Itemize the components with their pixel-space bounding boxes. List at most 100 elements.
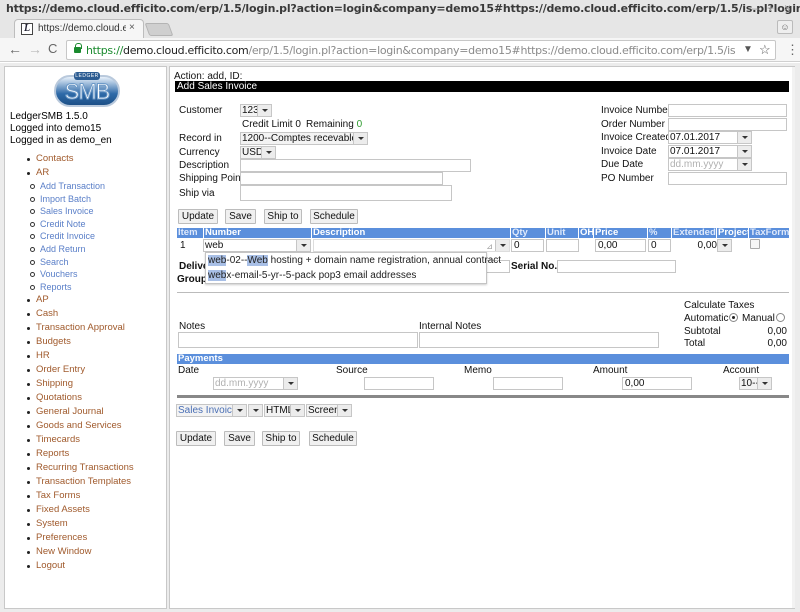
account-select[interactable]: 10-- bbox=[739, 377, 772, 390]
discount-input[interactable]: 0 bbox=[648, 239, 671, 252]
media-select[interactable]: Screen bbox=[306, 404, 352, 417]
sidebar-item-credit-note[interactable]: Credit Note bbox=[5, 218, 165, 231]
format-select[interactable]: HTML bbox=[264, 404, 305, 417]
sidebar-item-transaction-approval[interactable]: Transaction Approval bbox=[5, 321, 165, 335]
automatic-radio[interactable] bbox=[729, 313, 738, 322]
invoice-created-date[interactable]: 07.01.2017 bbox=[668, 131, 752, 144]
sidebar-item-sales-invoice[interactable]: Sales Invoice bbox=[5, 205, 165, 218]
sidebar-item-add-transaction[interactable]: Add Transaction bbox=[5, 180, 165, 193]
unit-input[interactable] bbox=[546, 239, 579, 252]
sidebar-item-general-journal[interactable]: General Journal bbox=[5, 405, 165, 419]
sidebar-item-reports[interactable]: Reports bbox=[5, 447, 165, 461]
sidebar-item-import-batch[interactable]: Import Batch bbox=[5, 193, 165, 206]
schedule-button[interactable]: Schedule bbox=[310, 209, 358, 224]
match-text: web bbox=[208, 270, 227, 281]
sidebar-item-cash[interactable]: Cash bbox=[5, 307, 165, 321]
sidebar-item-recurring-transactions[interactable]: Recurring Transactions bbox=[5, 461, 165, 475]
sidebar-item-contacts[interactable]: Contacts bbox=[5, 152, 165, 166]
internal-notes-textarea[interactable] bbox=[419, 332, 659, 348]
profile-icon[interactable]: ☺ bbox=[777, 20, 793, 34]
sidebar-item-credit-invoice[interactable]: Credit Invoice bbox=[5, 230, 165, 243]
invoice-number-input[interactable] bbox=[668, 104, 787, 117]
save-button-bottom[interactable]: Save bbox=[224, 431, 255, 446]
chevron-down-icon[interactable] bbox=[283, 378, 297, 389]
description-input[interactable] bbox=[240, 159, 471, 172]
qty-input[interactable]: 0 bbox=[511, 239, 544, 252]
project-select[interactable] bbox=[717, 239, 732, 252]
chevron-down-icon[interactable] bbox=[495, 240, 509, 251]
save-button[interactable]: Save bbox=[225, 209, 256, 224]
close-window-button[interactable]: × bbox=[784, 1, 791, 15]
language-select[interactable] bbox=[248, 404, 263, 417]
sidebar-item-ap[interactable]: AP bbox=[5, 293, 165, 307]
reload-icon[interactable]: C bbox=[48, 41, 57, 56]
chevron-down-icon[interactable] bbox=[737, 159, 751, 170]
po-number-input[interactable] bbox=[668, 172, 787, 185]
tab-close-icon[interactable]: × bbox=[129, 22, 135, 33]
record-in-select[interactable]: 1200--Comptes recevables bbox=[240, 132, 368, 145]
due-date-input[interactable]: dd.mm.yyyy bbox=[668, 158, 752, 171]
source-input[interactable] bbox=[364, 377, 434, 390]
chevron-down-icon[interactable] bbox=[737, 132, 751, 143]
order-number-input[interactable] bbox=[668, 118, 787, 131]
sidebar-item-timecards[interactable]: Timecards bbox=[5, 433, 165, 447]
notes-label: Notes bbox=[179, 321, 206, 332]
extension-icon[interactable]: ▼ bbox=[743, 44, 753, 55]
chevron-down-icon[interactable] bbox=[296, 240, 310, 251]
update-button[interactable]: Update bbox=[178, 209, 218, 224]
sidebar-item-order-entry[interactable]: Order Entry bbox=[5, 363, 165, 377]
invoice-date-input[interactable]: 07.01.2017 bbox=[668, 145, 752, 158]
bookmark-star-icon[interactable]: ☆ bbox=[759, 42, 771, 58]
payment-date-input[interactable]: dd.mm.yyyy bbox=[213, 377, 298, 390]
currency-select[interactable]: USD bbox=[240, 146, 276, 159]
resize-grip-icon[interactable]: ⊿ bbox=[486, 241, 493, 252]
memo-input[interactable] bbox=[493, 377, 563, 390]
ship-to-button-bottom[interactable]: Ship to bbox=[262, 431, 300, 446]
forward-arrow-icon[interactable]: → bbox=[28, 41, 42, 57]
ship-to-button[interactable]: Ship to bbox=[264, 209, 302, 224]
sidebar-item-quotations[interactable]: Quotations bbox=[5, 391, 165, 405]
sidebar-item-new-window[interactable]: New Window bbox=[5, 545, 165, 559]
scrollbar[interactable] bbox=[792, 67, 795, 608]
manual-radio[interactable] bbox=[776, 313, 785, 322]
address-bar[interactable]: https://demo.cloud.efficito.com/erp/1.5/… bbox=[66, 40, 776, 60]
autocomplete-option[interactable]: webx-email-5-yr--5-pack pop3 email addre… bbox=[208, 269, 416, 283]
sidebar-item-goods-and-services[interactable]: Goods and Services bbox=[5, 419, 165, 433]
amount-input[interactable]: 0,00 bbox=[622, 377, 692, 390]
notes-textarea[interactable] bbox=[178, 332, 418, 348]
part-number-input[interactable]: web bbox=[203, 239, 311, 252]
sidebar-item-system[interactable]: System bbox=[5, 517, 165, 531]
sidebar-item-hr[interactable]: HR bbox=[5, 349, 165, 363]
sidebar-item-shipping[interactable]: Shipping bbox=[5, 377, 165, 391]
sidebar-item-fixed-assets[interactable]: Fixed Assets bbox=[5, 503, 165, 517]
maximize-button[interactable]: + bbox=[767, 1, 774, 15]
print-form-select[interactable]: Sales Invoice bbox=[176, 404, 247, 417]
taxform-checkbox[interactable] bbox=[750, 239, 760, 249]
shipping-point-input[interactable] bbox=[240, 172, 443, 185]
sidebar-item-vouchers[interactable]: Vouchers bbox=[5, 268, 165, 281]
serial-no-input[interactable] bbox=[557, 260, 676, 273]
new-tab-button[interactable] bbox=[144, 23, 174, 36]
browser-menu-icon[interactable]: ⋮ bbox=[786, 42, 799, 58]
autocomplete-option[interactable]: web-02--Web hosting + domain name regist… bbox=[208, 254, 501, 268]
sidebar-item-logout[interactable]: Logout bbox=[5, 559, 165, 573]
customer-select[interactable]: 123 bbox=[240, 104, 272, 117]
sidebar-item-preferences[interactable]: Preferences bbox=[5, 531, 165, 545]
browser-tab[interactable]: L https://demo.cloud.efficito.com × bbox=[14, 19, 144, 38]
sidebar-item-reports[interactable]: Reports bbox=[5, 281, 165, 294]
sidebar-item-add-return[interactable]: Add Return bbox=[5, 243, 165, 256]
back-arrow-icon[interactable]: ← bbox=[8, 41, 22, 57]
price-input[interactable]: 0,00 bbox=[595, 239, 646, 252]
url-text[interactable]: https://demo.cloud.efficito.com/erp/1.5/… bbox=[86, 44, 736, 57]
sidebar-item-transaction-templates[interactable]: Transaction Templates bbox=[5, 475, 165, 489]
chevron-down-icon[interactable] bbox=[737, 146, 751, 157]
schedule-button-bottom[interactable]: Schedule bbox=[309, 431, 357, 446]
sidebar-item-search[interactable]: Search bbox=[5, 256, 165, 269]
sidebar-item-ar[interactable]: AR bbox=[5, 166, 165, 180]
update-button-bottom[interactable]: Update bbox=[176, 431, 216, 446]
sidebar-item-tax-forms[interactable]: Tax Forms bbox=[5, 489, 165, 503]
minimize-button[interactable]: – bbox=[752, 1, 759, 15]
sidebar-item-budgets[interactable]: Budgets bbox=[5, 335, 165, 349]
ship-via-textarea[interactable] bbox=[240, 185, 452, 201]
line-description-input[interactable]: ⊿ bbox=[313, 239, 510, 252]
